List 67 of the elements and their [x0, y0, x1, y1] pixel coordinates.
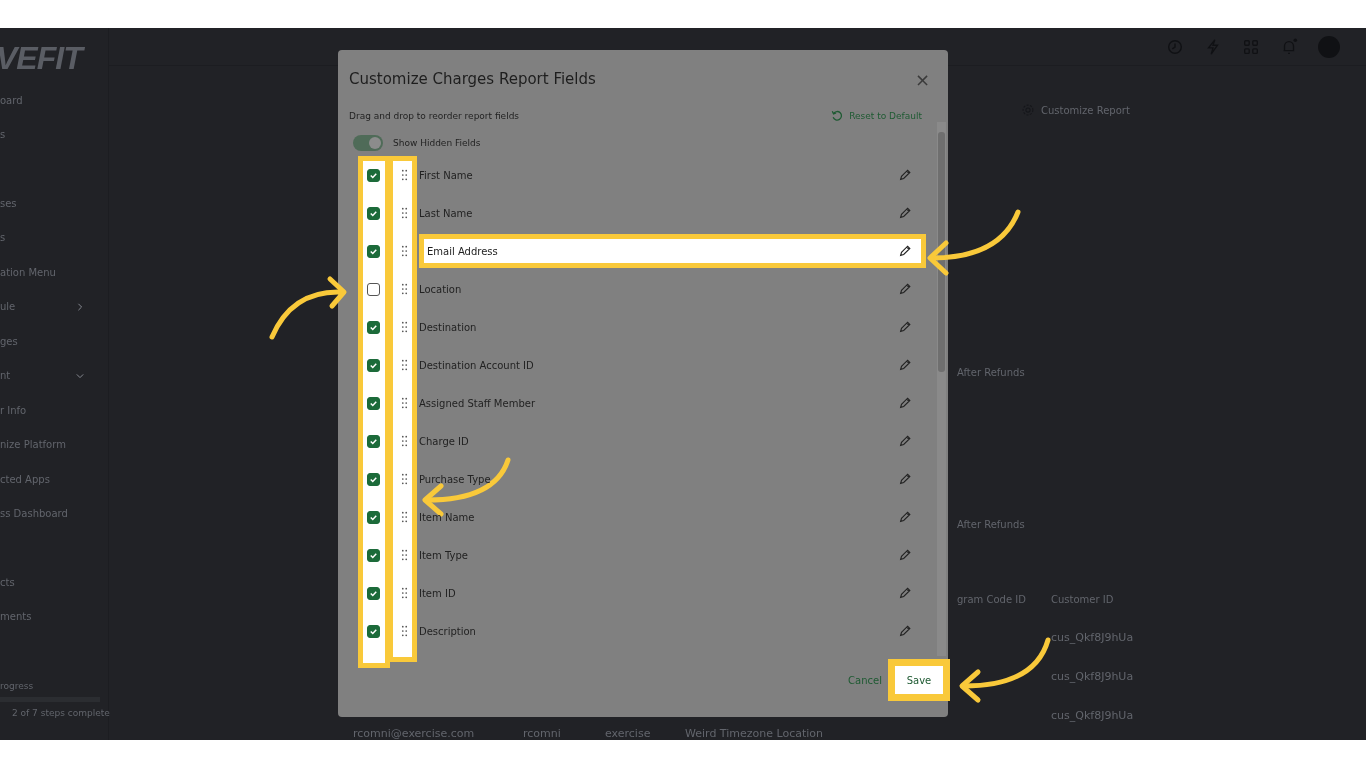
cancel-button[interactable]: Cancel: [848, 674, 882, 686]
table-cell-text: rcomni@exercise.com: [353, 727, 476, 740]
field-label: Charge ID: [419, 435, 469, 447]
progress-label: rogress: [0, 681, 35, 691]
checkbox[interactable]: [367, 282, 380, 296]
field-label: Email Address: [427, 245, 498, 257]
field-label: Last Name: [419, 207, 473, 219]
drag-handle-icon[interactable]: [401, 321, 408, 333]
reset-icon: [831, 110, 844, 122]
sidebar-item[interactable]: r Info: [0, 393, 108, 428]
toggle-label: Show Hidden Fields: [393, 138, 481, 148]
field-label: Assigned Staff Member: [419, 397, 535, 409]
sidebar-item[interactable]: s: [0, 220, 108, 255]
close-button[interactable]: ×: [910, 68, 934, 90]
table-cell-text: cus_Qkf8J9hUa: [1051, 709, 1135, 722]
drag-handle-icon[interactable]: [401, 625, 408, 637]
scrollbar-track[interactable]: [937, 122, 946, 656]
sidebar-item[interactable]: ss Dashboard: [0, 496, 108, 531]
field-label: Purchase Type: [419, 473, 491, 485]
hint-text: Drag and drop to reorder report fields: [349, 111, 520, 121]
sidebar-item[interactable]: ule: [0, 289, 108, 324]
field-label: Destination: [419, 321, 477, 333]
drag-handle-icon[interactable]: [401, 473, 408, 485]
sidebar-item[interactable]: nize Platform: [0, 427, 108, 462]
sidebar-item[interactable]: ments: [0, 599, 108, 634]
sidebar-item[interactable]: ges: [0, 324, 108, 359]
table-cell-text: cus_Qkf8J9hUa: [1051, 670, 1135, 683]
sidebar-item[interactable]: ation Menu: [0, 255, 108, 290]
table-cell-text: rcomni: [523, 727, 562, 740]
drag-handle-icon[interactable]: [401, 549, 408, 561]
scrollbar-thumb[interactable]: [938, 132, 945, 372]
sidebar-item[interactable]: oard: [0, 83, 108, 118]
dialog-title: Customize Charges Report Fields: [349, 70, 596, 88]
save-button[interactable]: Save: [888, 659, 950, 701]
drag-handle-icon[interactable]: [401, 511, 408, 523]
drag-handle-icon[interactable]: [401, 587, 408, 599]
field-label: Location: [419, 283, 462, 295]
sidebar-item[interactable]: cted Apps: [0, 462, 108, 497]
drag-handle-icon[interactable]: [401, 169, 408, 181]
drag-handle-icon[interactable]: [401, 245, 408, 257]
progress-caption: 2 of 7 steps complete: [12, 708, 110, 718]
pencil-icon[interactable]: [898, 244, 912, 258]
field-label: Description: [419, 625, 476, 637]
table-cell-text: exercise: [605, 727, 652, 740]
sidebar-item[interactable]: nt: [0, 358, 108, 393]
field-label: Item ID: [419, 587, 456, 599]
field-label: Destination Account ID: [419, 359, 534, 371]
customize-report-link[interactable]: Customize Report: [1041, 104, 1130, 116]
sidebar-item[interactable]: s: [0, 117, 108, 152]
sidebar-item[interactable]: ses: [0, 186, 108, 221]
refund-label: After Refunds: [957, 519, 1026, 530]
sidebar-item[interactable]: cts: [0, 565, 108, 600]
column-header: gram Code ID: [957, 594, 1027, 605]
column-header: Customer ID: [1051, 594, 1114, 605]
table-cell-text: cus_Qkf8J9hUa: [1051, 631, 1135, 644]
drag-handle-icon[interactable]: [401, 283, 408, 295]
drag-handle-icon[interactable]: [401, 207, 408, 219]
field-label: Item Name: [419, 511, 475, 523]
refund-label: After Refunds: [957, 367, 1026, 378]
reset-button[interactable]: Reset to Default: [831, 110, 922, 122]
toggle-switch[interactable]: [353, 135, 383, 151]
table-cell: Weird Timezone Location: [685, 727, 824, 740]
drag-handle-icon[interactable]: [401, 397, 408, 409]
drag-handle-icon[interactable]: [401, 435, 408, 447]
drag-handle-icon[interactable]: [401, 359, 408, 371]
field-label: Item Type: [419, 549, 468, 561]
field-label: First Name: [419, 169, 473, 181]
